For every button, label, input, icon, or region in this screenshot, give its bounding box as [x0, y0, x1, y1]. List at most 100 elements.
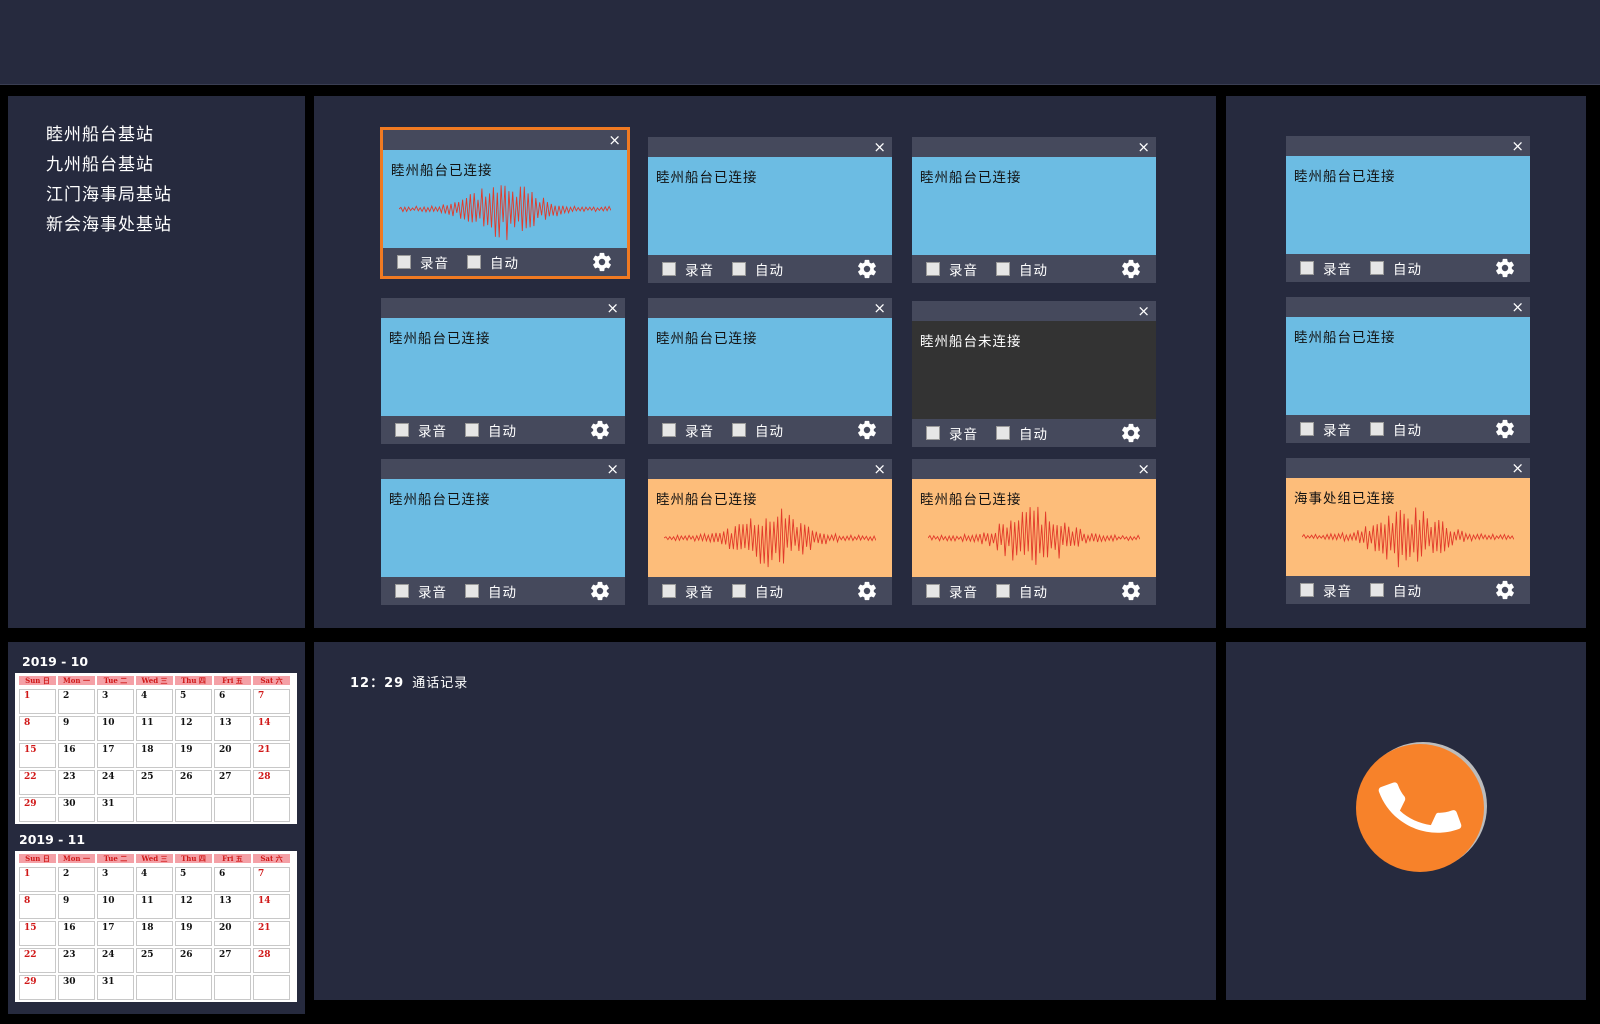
close-icon[interactable]: ×: [873, 460, 886, 478]
calendar-day[interactable]: 12: [175, 894, 212, 919]
channel-card[interactable]: × 睦州船台已连接 录音 自动: [1286, 297, 1530, 443]
calendar-day[interactable]: 4: [136, 689, 173, 714]
station-item[interactable]: 九州船台基站: [46, 150, 305, 180]
station-item[interactable]: 睦州船台基站: [46, 120, 305, 150]
calendar-day[interactable]: 25: [136, 770, 173, 795]
gear-icon[interactable]: [856, 580, 878, 602]
auto-checkbox[interactable]: [1370, 422, 1384, 436]
gear-icon[interactable]: [589, 419, 611, 441]
calendar-day[interactable]: 11: [136, 894, 173, 919]
auto-checkbox[interactable]: [996, 426, 1010, 440]
calendar-day[interactable]: 29: [19, 797, 56, 822]
calendar-day[interactable]: 17: [97, 921, 134, 946]
auto-checkbox[interactable]: [1370, 261, 1384, 275]
calendar-day[interactable]: 8: [19, 894, 56, 919]
calendar-day[interactable]: 25: [136, 948, 173, 973]
calendar-day[interactable]: 27: [214, 770, 251, 795]
record-checkbox[interactable]: [1300, 583, 1314, 597]
calendar-day[interactable]: 4: [136, 867, 173, 892]
calendar-day[interactable]: 20: [214, 921, 251, 946]
calendar-day[interactable]: 28: [253, 770, 290, 795]
calendar-day[interactable]: 9: [58, 894, 95, 919]
calendar-day-empty[interactable]: [253, 797, 290, 822]
calendar-day-empty[interactable]: [175, 797, 212, 822]
close-icon[interactable]: ×: [1511, 137, 1524, 155]
calendar-day[interactable]: 15: [19, 921, 56, 946]
calendar-day[interactable]: 22: [19, 948, 56, 973]
record-checkbox[interactable]: [926, 426, 940, 440]
calendar-day[interactable]: 15: [19, 743, 56, 768]
station-item[interactable]: 江门海事局基站: [46, 180, 305, 210]
gear-icon[interactable]: [856, 419, 878, 441]
calendar-day[interactable]: 31: [97, 797, 134, 822]
calendar-day[interactable]: 19: [175, 921, 212, 946]
calendar-day[interactable]: 3: [97, 689, 134, 714]
record-checkbox[interactable]: [926, 584, 940, 598]
calendar-day[interactable]: 23: [58, 948, 95, 973]
calendar-day[interactable]: 10: [97, 716, 134, 741]
auto-checkbox[interactable]: [996, 262, 1010, 276]
channel-card[interactable]: × 睦州船台已连接 录音 自动: [648, 298, 892, 444]
record-checkbox[interactable]: [662, 584, 676, 598]
calendar-day[interactable]: 2: [58, 867, 95, 892]
calendar-day-empty[interactable]: [214, 797, 251, 822]
calendar-day[interactable]: 30: [58, 797, 95, 822]
calendar-day[interactable]: 31: [97, 975, 134, 1000]
auto-checkbox[interactable]: [732, 423, 746, 437]
calendar-day[interactable]: 16: [58, 743, 95, 768]
auto-checkbox[interactable]: [465, 423, 479, 437]
calendar-day[interactable]: 9: [58, 716, 95, 741]
record-checkbox[interactable]: [395, 584, 409, 598]
calendar-day[interactable]: 17: [97, 743, 134, 768]
calendar-day[interactable]: 1: [19, 689, 56, 714]
channel-card[interactable]: × 睦州船台已连接 录音 自动: [648, 137, 892, 283]
record-checkbox[interactable]: [1300, 261, 1314, 275]
gear-icon[interactable]: [1494, 579, 1516, 601]
close-icon[interactable]: ×: [873, 299, 886, 317]
close-icon[interactable]: ×: [606, 460, 619, 478]
calendar-day[interactable]: 30: [58, 975, 95, 1000]
gear-icon[interactable]: [1120, 580, 1142, 602]
calendar-day[interactable]: 10: [97, 894, 134, 919]
close-icon[interactable]: ×: [1511, 459, 1524, 477]
auto-checkbox[interactable]: [465, 584, 479, 598]
record-checkbox[interactable]: [397, 255, 411, 269]
channel-card[interactable]: × 海事处组已连接 录音 自动: [1286, 458, 1530, 604]
calendar-day[interactable]: 14: [253, 894, 290, 919]
calendar-day[interactable]: 14: [253, 716, 290, 741]
calendar-day[interactable]: 20: [214, 743, 251, 768]
calendar-day[interactable]: 28: [253, 948, 290, 973]
calendar-day[interactable]: 1: [19, 867, 56, 892]
record-checkbox[interactable]: [926, 262, 940, 276]
calendar-day-empty[interactable]: [136, 975, 173, 1000]
calendar-day[interactable]: 11: [136, 716, 173, 741]
calendar-day[interactable]: 29: [19, 975, 56, 1000]
channel-card[interactable]: × 睦州船台已连接 录音 自动: [1286, 136, 1530, 282]
close-icon[interactable]: ×: [873, 138, 886, 156]
station-item[interactable]: 新会海事处基站: [46, 210, 305, 240]
calendar-day[interactable]: 18: [136, 921, 173, 946]
calendar-day[interactable]: 16: [58, 921, 95, 946]
calendar-day[interactable]: 6: [214, 689, 251, 714]
auto-checkbox[interactable]: [996, 584, 1010, 598]
call-button[interactable]: [1356, 744, 1484, 872]
gear-icon[interactable]: [591, 251, 613, 273]
calendar-day[interactable]: 6: [214, 867, 251, 892]
record-checkbox[interactable]: [395, 423, 409, 437]
gear-icon[interactable]: [1120, 422, 1142, 444]
channel-card[interactable]: × 睦州船台已连接 录音 自动: [912, 137, 1156, 283]
auto-checkbox[interactable]: [1370, 583, 1384, 597]
close-icon[interactable]: ×: [608, 131, 621, 149]
channel-card[interactable]: × 睦州船台已连接 录音 自动: [380, 127, 630, 279]
calendar-day[interactable]: 3: [97, 867, 134, 892]
calendar-day[interactable]: 27: [214, 948, 251, 973]
calendar-day[interactable]: 12: [175, 716, 212, 741]
calendar-day-empty[interactable]: [214, 975, 251, 1000]
calendar-day[interactable]: 23: [58, 770, 95, 795]
calendar-day-empty[interactable]: [136, 797, 173, 822]
record-checkbox[interactable]: [1300, 422, 1314, 436]
calendar-day[interactable]: 18: [136, 743, 173, 768]
calendar-day[interactable]: 24: [97, 770, 134, 795]
close-icon[interactable]: ×: [1511, 298, 1524, 316]
calendar-day[interactable]: 13: [214, 716, 251, 741]
